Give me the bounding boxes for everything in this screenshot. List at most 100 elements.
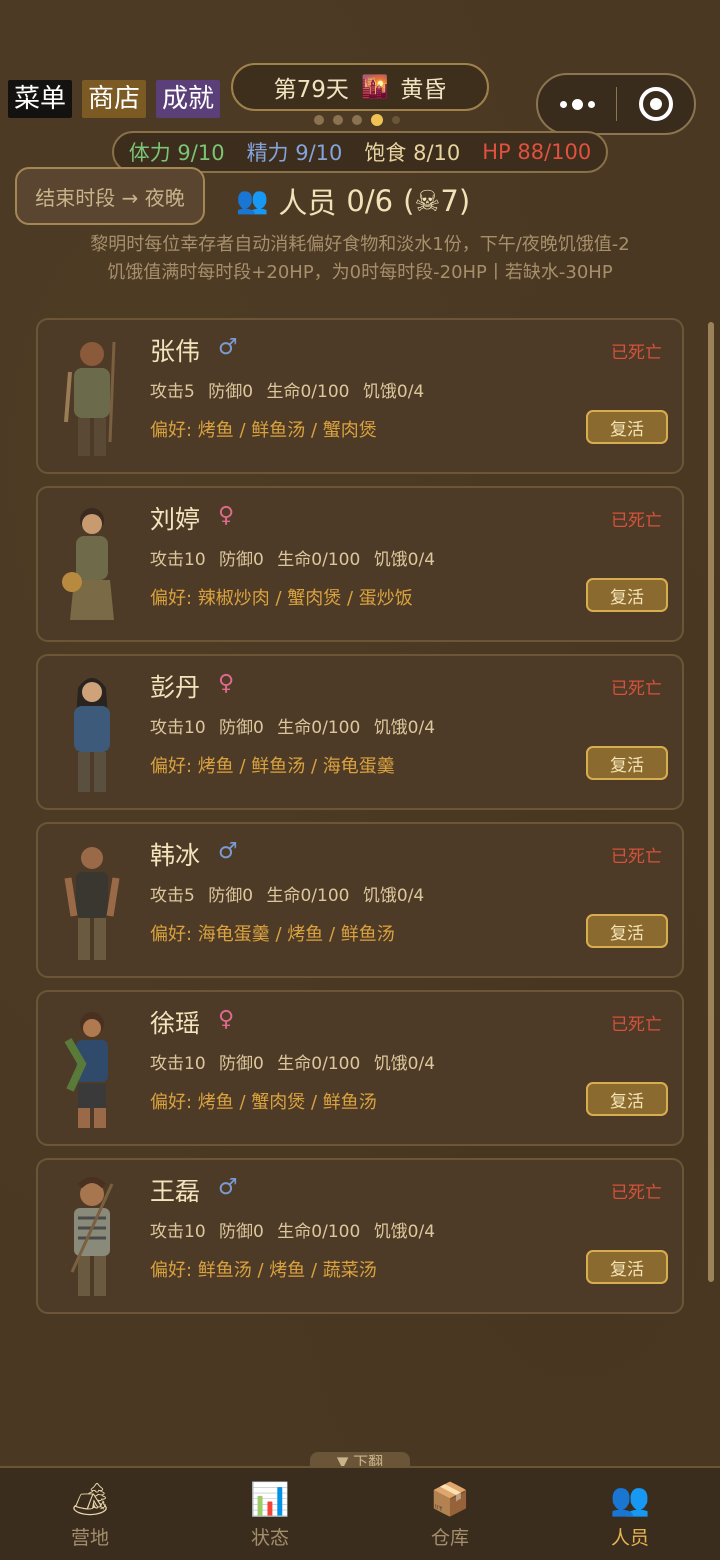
- defense-value: 防御0: [219, 718, 264, 738]
- dusk-icon: 🌇: [360, 74, 389, 100]
- survivor-card: 徐瑶 ♀ 已死亡 攻击10 防御0 生命0/100 饥饿0/4 偏好: 烤鱼 /…: [36, 990, 684, 1146]
- people-icon: 👥: [236, 186, 269, 216]
- tab-label: 仓库: [430, 1526, 469, 1549]
- survivor-portrait: [64, 1012, 108, 1128]
- male-icon: ♂: [218, 839, 238, 864]
- survivor-portrait: [74, 678, 110, 792]
- spirit-stat: 精力 9/10: [246, 141, 343, 165]
- food-preferences: 偏好: 烤鱼 / 蟹肉煲 / 鲜鱼汤: [150, 1092, 377, 1113]
- life-value: 生命0/100: [266, 886, 350, 906]
- survivor-card: 王磊 ♂ 已死亡 攻击10 防御0 生命0/100 饥饿0/4 偏好: 鲜鱼汤 …: [36, 1158, 684, 1314]
- revive-button[interactable]: 复活: [586, 746, 668, 780]
- stamina-stat: 体力 9/10: [128, 141, 225, 165]
- revive-button[interactable]: 复活: [586, 914, 668, 948]
- rules-line: 饥饿值满时每时段+20HP，为0时每时段-20HP丨若缺水-30HP: [107, 262, 613, 283]
- page-dot: [333, 115, 343, 125]
- defense-value: 防御0: [208, 886, 254, 906]
- menu-button[interactable]: 菜单: [8, 80, 73, 118]
- revive-button[interactable]: 复活: [586, 1250, 668, 1284]
- end-period-button[interactable]: 结束时段 → 夜晚: [15, 167, 205, 225]
- defense-value: 防御0: [219, 1222, 264, 1242]
- shop-button[interactable]: 商店: [82, 80, 147, 118]
- life-value: 生命0/100: [277, 1054, 361, 1074]
- page-dot: [314, 115, 324, 125]
- male-icon: ♂: [218, 335, 238, 360]
- page-dots: [314, 114, 400, 126]
- hp-stat: HP 88/100: [482, 140, 592, 164]
- life-value: 生命0/100: [266, 382, 350, 402]
- close-icon[interactable]: [617, 87, 694, 121]
- tab-label: 营地: [70, 1526, 109, 1549]
- chart-icon: 📊: [250, 1479, 290, 1518]
- people-icon: 👥: [610, 1479, 650, 1518]
- female-icon: ♀: [218, 671, 235, 696]
- life-value: 生命0/100: [277, 718, 361, 738]
- food-preferences: 偏好: 海龟蛋羹 / 烤鱼 / 鲜鱼汤: [150, 924, 395, 945]
- food-stat: 饱食 8/10: [364, 141, 461, 165]
- achievements-button[interactable]: 成就: [156, 80, 221, 118]
- hunger-value: 饥饿0/4: [373, 550, 436, 570]
- hunger-value: 饥饿0/4: [362, 382, 425, 402]
- attack-value: 攻击5: [150, 382, 195, 402]
- survivor-attributes: 攻击5 防御0 生命0/100 饥饿0/4: [150, 377, 432, 402]
- page-dot: [392, 116, 400, 124]
- food-preferences: 偏好: 烤鱼 / 鲜鱼汤 / 蟹肉煲: [150, 420, 377, 441]
- survivor-name: 彭丹: [150, 673, 201, 702]
- revive-button[interactable]: 复活: [586, 1082, 668, 1116]
- survivor-card: 彭丹 ♀ 已死亡 攻击10 防御0 生命0/100 饥饿0/4 偏好: 烤鱼 /…: [36, 654, 684, 810]
- survivor-name: 韩冰: [150, 841, 201, 870]
- survivor-attributes: 攻击10 防御0 生命0/100 饥饿0/4: [150, 1217, 443, 1242]
- rules-line: 黎明时每位幸存者自动消耗偏好食物和淡水1份，下午/夜晚饥饿值-2: [90, 234, 630, 255]
- survivor-attributes: 攻击5 防御0 生命0/100 饥饿0/4: [150, 881, 432, 906]
- status-badge: 已死亡: [611, 511, 662, 531]
- defense-value: 防御0: [208, 382, 254, 402]
- page-dot: [352, 115, 362, 125]
- more-icon[interactable]: [538, 98, 616, 110]
- tab-people[interactable]: 👥 人员: [540, 1468, 720, 1560]
- revive-button[interactable]: 复活: [586, 578, 668, 612]
- life-value: 生命0/100: [277, 1222, 361, 1242]
- hunger-value: 饥饿0/4: [373, 1222, 436, 1242]
- hunger-value: 饥饿0/4: [373, 718, 436, 738]
- tab-label: 状态: [250, 1526, 289, 1549]
- survivor-portrait: [62, 508, 114, 620]
- survivor-card: 张伟 ♂ 已死亡 攻击5 防御0 生命0/100 饥饿0/4 偏好: 烤鱼 / …: [36, 318, 684, 474]
- status-badge: 已死亡: [611, 679, 662, 699]
- top-menu: 菜单 商店 成就: [8, 80, 221, 118]
- male-icon: ♂: [218, 1175, 238, 1200]
- food-preferences: 偏好: 烤鱼 / 鲜鱼汤 / 海龟蛋羹: [150, 756, 395, 777]
- box-icon: 📦: [430, 1479, 470, 1518]
- attack-value: 攻击10: [150, 1222, 206, 1242]
- survivor-name: 张伟: [150, 337, 201, 366]
- attack-value: 攻击5: [150, 886, 195, 906]
- tab-status[interactable]: 📊 状态: [180, 1468, 360, 1560]
- survivor-name: 徐瑶: [150, 1009, 201, 1038]
- page-dot-active: [371, 114, 383, 126]
- people-count: 0/6: [346, 184, 394, 218]
- status-badge: 已死亡: [611, 1183, 662, 1203]
- tab-camp[interactable]: 🏕 营地: [0, 1468, 180, 1560]
- hunger-value: 饥饿0/4: [362, 886, 425, 906]
- people-title: 人员: [278, 186, 337, 220]
- food-preferences: 偏好: 鲜鱼汤 / 烤鱼 / 蔬菜汤: [150, 1260, 377, 1281]
- camp-icon: 🏕: [69, 1479, 111, 1518]
- tab-label: 人员: [610, 1526, 649, 1549]
- tab-warehouse[interactable]: 📦 仓库: [360, 1468, 540, 1560]
- status-badge: 已死亡: [611, 1015, 662, 1035]
- attack-value: 攻击10: [150, 718, 206, 738]
- miniprogram-capsule: [536, 73, 696, 135]
- survivor-name: 王磊: [150, 1177, 201, 1206]
- survivor-card: 韩冰 ♂ 已死亡 攻击5 防御0 生命0/100 饥饿0/4 偏好: 海龟蛋羹 …: [36, 822, 684, 978]
- scrollbar[interactable]: [708, 322, 714, 1282]
- survivor-attributes: 攻击10 防御0 生命0/100 饥饿0/4: [150, 545, 443, 570]
- female-icon: ♀: [218, 503, 235, 528]
- survivor-name: 刘婷: [150, 505, 201, 534]
- defense-value: 防御0: [219, 1054, 264, 1074]
- revive-button[interactable]: 复活: [586, 410, 668, 444]
- survivor-list: 张伟 ♂ 已死亡 攻击5 防御0 生命0/100 饥饿0/4 偏好: 烤鱼 / …: [36, 318, 684, 1326]
- day-phase: 黄昏: [400, 77, 447, 103]
- hunger-value: 饥饿0/4: [373, 1054, 436, 1074]
- survivor-portrait: [70, 1177, 114, 1296]
- defense-value: 防御0: [219, 550, 264, 570]
- survivor-portrait: [64, 847, 120, 960]
